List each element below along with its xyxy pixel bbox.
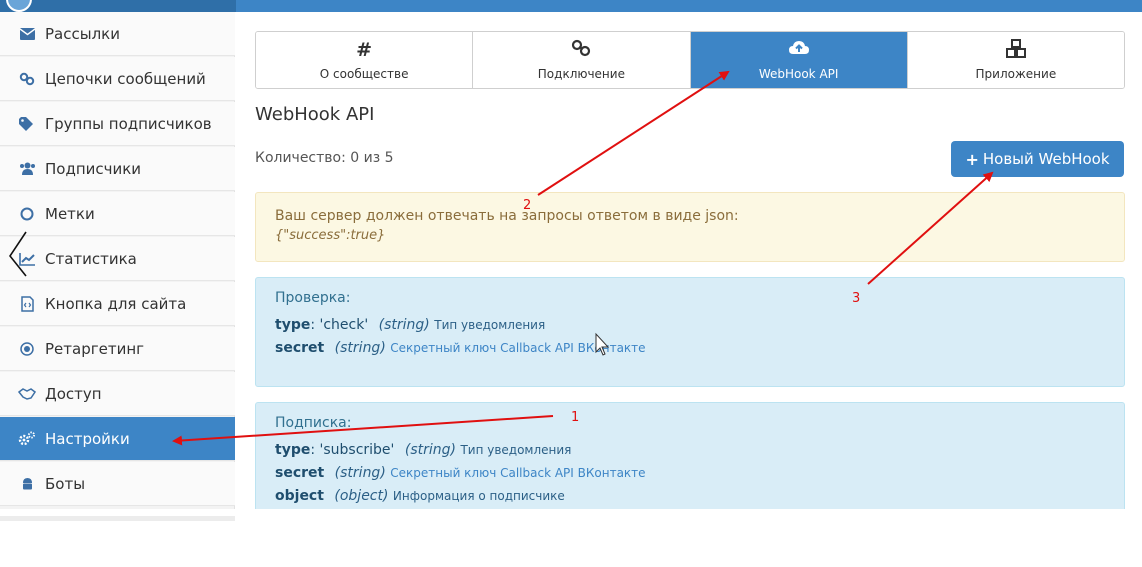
sidebar-item-label: Боты — [45, 474, 86, 493]
param-key: type — [275, 317, 311, 333]
users-icon — [18, 160, 36, 178]
cloud-upload-icon — [788, 39, 810, 63]
param-key: secret — [275, 340, 325, 356]
link-icon — [571, 39, 591, 63]
sidebar-item-bots[interactable]: Боты — [0, 462, 235, 506]
tab-webhook-api[interactable]: WebHook API — [690, 32, 908, 88]
cubes-icon — [1005, 39, 1027, 63]
param-line: secret (string) Секретный ключ Callback … — [275, 337, 1105, 360]
sidebar-item-label: Кнопка для сайта — [45, 294, 187, 313]
hash-icon: # — [356, 39, 373, 61]
check-event-info: Проверка: type: 'check' (string) Тип уве… — [255, 277, 1125, 387]
tab-about-community[interactable]: # О сообществе — [256, 32, 474, 88]
param-key: secret — [275, 465, 325, 481]
param-line: type: 'check' (string) Тип уведомления — [275, 314, 1105, 337]
param-key: type — [275, 442, 311, 458]
subscribe-event-title: Подписка: — [275, 415, 352, 431]
cogs-icon — [18, 430, 36, 448]
tab-application[interactable]: Приложение — [907, 32, 1124, 88]
sidebar-item-label: Статистика — [45, 249, 137, 268]
sidebar-item-subscriber-groups[interactable]: Группы подписчиков — [0, 102, 235, 146]
sidebar-item-label: Подписчики — [45, 159, 142, 178]
sidebar-item-label: Ретаргетинг — [45, 339, 145, 358]
sidebar-item-subscribers[interactable]: Подписчики — [0, 147, 235, 191]
param-desc: Тип уведомления — [434, 318, 546, 332]
envelope-icon — [18, 25, 36, 43]
param-desc: Тип уведомления — [460, 443, 572, 457]
tab-label: Приложение — [975, 67, 1057, 81]
sidebar-item-label: Настройки — [45, 429, 130, 448]
param-line: object (object) Информация о подписчике — [275, 485, 1105, 508]
subscribe-event-info: Подписка: type: 'subscribe' (string) Тип… — [255, 402, 1125, 509]
tag-icon — [18, 115, 36, 133]
tab-connection[interactable]: Подключение — [473, 32, 691, 88]
top-bar-brand-area — [0, 0, 236, 12]
tab-label: WebHook API — [758, 67, 839, 81]
android-icon — [18, 475, 36, 493]
sidebar-item-label: Группы подписчиков — [45, 114, 212, 133]
param-type: (string) — [404, 442, 456, 458]
param-desc: Информация о подписчике — [392, 489, 565, 503]
sidebar-item-label: Цепочки сообщений — [45, 69, 206, 88]
code-file-icon — [18, 295, 36, 313]
param-desc: Секретный ключ Callback API ВКонтакте — [390, 466, 646, 480]
param-value: : 'subscribe' — [310, 442, 395, 458]
sidebar-item-label: Доступ — [45, 384, 102, 403]
sidebar: Рассылки Цепочки сообщений Группы подпис… — [0, 12, 235, 521]
param-key: object — [275, 488, 324, 504]
tab-label: Подключение — [537, 67, 625, 81]
new-webhook-button-label: Новый WebHook — [982, 150, 1110, 168]
json-response-alert: Ваш сервер должен отвечать на запросы от… — [255, 192, 1125, 262]
param-type: (string) — [378, 317, 430, 333]
alert-json-example: {"success":true} — [275, 228, 386, 243]
param-type: (string) — [334, 340, 386, 356]
handshake-icon — [18, 385, 36, 403]
sidebar-item-access[interactable]: Доступ — [0, 372, 235, 416]
tab-label: О сообществе — [319, 67, 409, 81]
param-line: type: 'subscribe' (string) Тип уведомлен… — [275, 439, 1105, 462]
sidebar-item-retargeting[interactable]: Ретаргетинг — [0, 327, 235, 371]
circle-icon — [18, 205, 36, 223]
sidebar-item-site-button[interactable]: Кнопка для сайта — [0, 282, 235, 326]
sidebar-item-mailings[interactable]: Рассылки — [0, 12, 235, 56]
sidebar-footer — [0, 516, 235, 521]
check-event-title: Проверка: — [275, 290, 351, 306]
chain-link-icon — [18, 70, 36, 88]
param-line: secret (string) Секретный ключ Callback … — [275, 462, 1105, 485]
plus-icon: + — [965, 149, 979, 169]
page-title: WebHook API — [255, 104, 375, 125]
param-type: (string) — [334, 465, 386, 481]
alert-text: Ваш сервер должен отвечать на запросы от… — [275, 208, 739, 224]
sidebar-item-settings[interactable]: Настройки — [0, 417, 235, 461]
sidebar-item-tags[interactable]: Метки — [0, 192, 235, 236]
annotation-arrow-2 — [537, 70, 730, 196]
param-value: : 'check' — [310, 317, 369, 333]
settings-tabs: # О сообществе Подключение WebHook API П… — [255, 31, 1125, 89]
app-window: Рассылки Цепочки сообщений Группы подпис… — [0, 0, 1142, 567]
new-webhook-button[interactable]: + Новый WebHook — [951, 141, 1124, 177]
line-chart-icon — [18, 250, 36, 268]
sidebar-item-label: Рассылки — [45, 24, 120, 43]
sidebar-item-statistics[interactable]: Статистика — [0, 237, 235, 281]
sidebar-item-label: Метки — [45, 204, 95, 223]
sidebar-item-message-chains[interactable]: Цепочки сообщений — [0, 57, 235, 101]
target-icon — [18, 340, 36, 358]
webhook-count: Количество: 0 из 5 — [255, 150, 394, 166]
param-desc: Секретный ключ Callback API ВКонтакте — [390, 341, 646, 355]
param-type: (object) — [334, 488, 389, 504]
